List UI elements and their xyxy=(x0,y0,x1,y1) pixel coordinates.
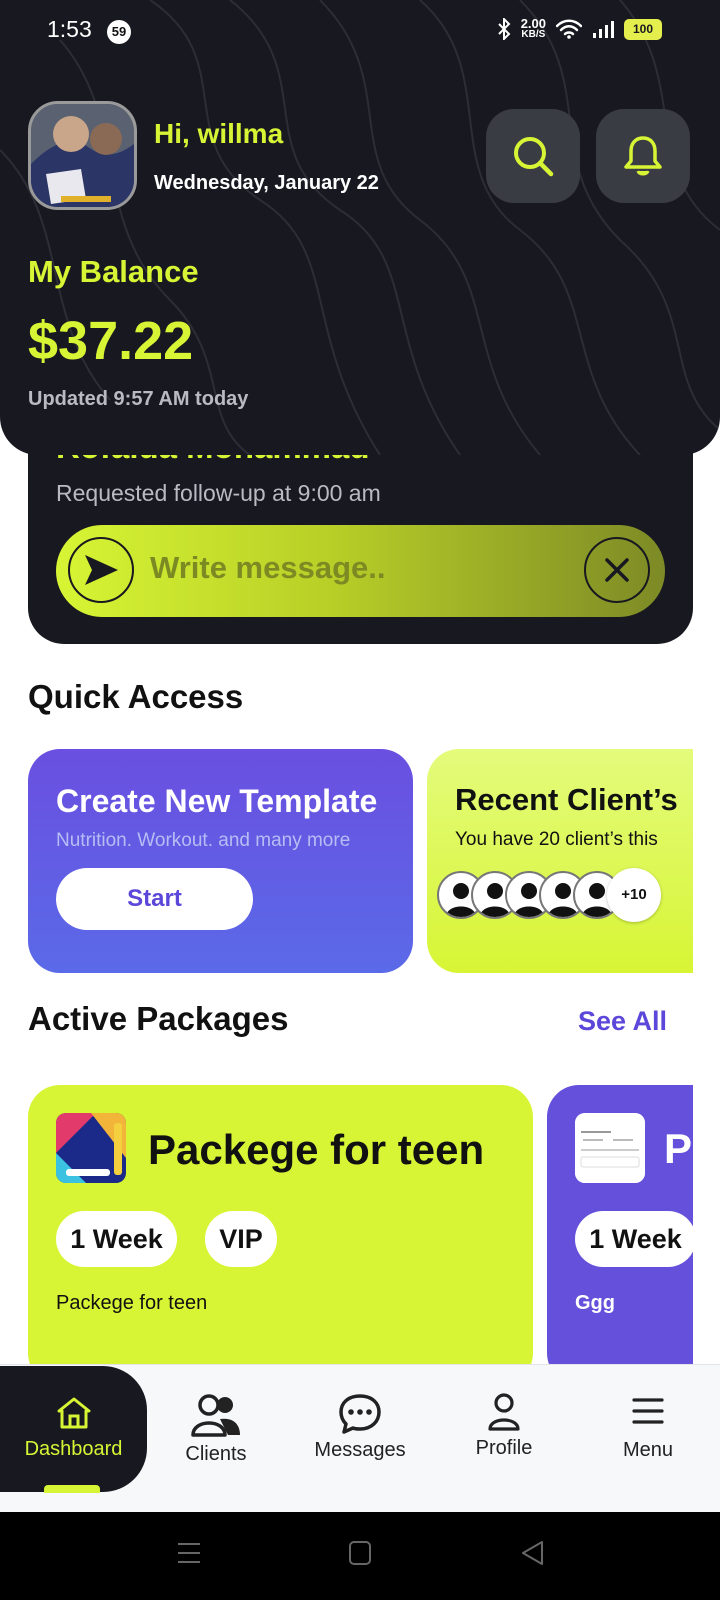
status-icons: 2.00 KB/S 100 xyxy=(497,16,662,40)
message-placeholder[interactable]: Write message.. xyxy=(150,550,385,586)
notifications-button[interactable] xyxy=(596,109,690,203)
recent-clients-subtitle: You have 20 client’s this xyxy=(455,829,658,850)
avatar[interactable] xyxy=(28,101,137,210)
search-button[interactable] xyxy=(486,109,580,203)
start-button[interactable]: Start xyxy=(56,868,253,930)
nav-item-clients[interactable]: Clients xyxy=(144,1365,288,1513)
bluetooth-icon xyxy=(497,18,511,40)
menu-icon xyxy=(632,1398,664,1424)
active-packages-title: Active Packages xyxy=(28,1000,289,1037)
balance-label: My Balance xyxy=(28,254,199,289)
system-navigation-bar xyxy=(0,1512,720,1600)
bell-icon xyxy=(624,136,662,176)
signal-icon xyxy=(593,21,614,38)
current-date: Wednesday, January 22 xyxy=(154,172,379,194)
package-title: Packege for teen xyxy=(148,1126,485,1173)
balance-updated-text: Updated 9:57 AM today xyxy=(28,388,249,410)
package-tier-chip: VIP xyxy=(205,1211,277,1267)
recent-clients-card[interactable]: Recent Client’s You have 20 client’s thi… xyxy=(427,749,693,973)
nav-label: Profile xyxy=(475,1437,533,1459)
package-thumbnail xyxy=(56,1113,126,1183)
create-template-title: Create New Template xyxy=(56,783,378,819)
quick-access-title: Quick Access xyxy=(28,678,244,715)
greeting: Hi, willma xyxy=(154,118,284,149)
nav-label: Messages xyxy=(314,1439,406,1461)
balance-value: $37.22 xyxy=(28,311,194,371)
profile-icon xyxy=(488,1393,520,1431)
users-icon xyxy=(191,1394,240,1437)
nav-label: Clients xyxy=(185,1443,247,1465)
send-icon xyxy=(85,555,118,585)
more-clients-count: +10 xyxy=(607,868,661,922)
nav-item-messages[interactable]: Messages xyxy=(288,1365,432,1513)
nav-item-profile[interactable]: Profile xyxy=(432,1365,576,1513)
dismiss-button[interactable] xyxy=(584,537,650,603)
send-button[interactable] xyxy=(68,537,134,603)
package-description: Packege for teen xyxy=(56,1292,208,1314)
package-title: P xyxy=(664,1125,693,1172)
package-thumbnail-image xyxy=(56,1113,126,1183)
network-speed: 2.00 KB/S xyxy=(520,16,546,40)
package-card[interactable]: P 1 Week Ggg xyxy=(547,1085,693,1385)
recent-clients-title: Recent Client’s xyxy=(455,782,678,817)
wifi-icon xyxy=(556,19,582,39)
nav-label: Menu xyxy=(622,1439,674,1461)
nav-item-dashboard[interactable]: Dashboard xyxy=(0,1366,147,1492)
package-thumbnail-image xyxy=(575,1113,645,1183)
package-description: Ggg xyxy=(575,1292,615,1314)
notification-count-badge: 59 xyxy=(107,20,131,44)
status-time: 1:53 xyxy=(47,16,92,42)
nav-label: Dashboard xyxy=(24,1438,123,1460)
back-icon[interactable] xyxy=(520,1540,544,1566)
package-thumbnail xyxy=(575,1113,645,1183)
chat-icon xyxy=(339,1394,381,1434)
home-button-icon[interactable] xyxy=(348,1540,372,1566)
recents-icon[interactable] xyxy=(176,1540,202,1566)
package-duration-chip: 1 Week xyxy=(56,1211,177,1267)
package-duration-chip: 1 Week xyxy=(575,1211,693,1267)
header-panel: 1:53 59 2.00 KB/S 100 Hi, willma Wednesd… xyxy=(0,0,720,455)
client-avatars: +10 xyxy=(437,868,661,922)
active-tab-indicator xyxy=(44,1485,100,1493)
home-icon xyxy=(57,1397,90,1429)
create-template-subtitle: Nutrition. Workout. and many more xyxy=(56,830,351,851)
message-subtitle: Requested follow-up at 9:00 am xyxy=(56,480,381,506)
nav-item-menu[interactable]: Menu xyxy=(576,1365,720,1513)
battery-indicator: 100 xyxy=(624,18,662,40)
close-icon xyxy=(605,558,629,582)
see-all-link[interactable]: See All xyxy=(578,1006,667,1037)
search-icon xyxy=(514,137,554,177)
contour-background xyxy=(0,0,720,455)
avatar-photo xyxy=(31,104,134,207)
